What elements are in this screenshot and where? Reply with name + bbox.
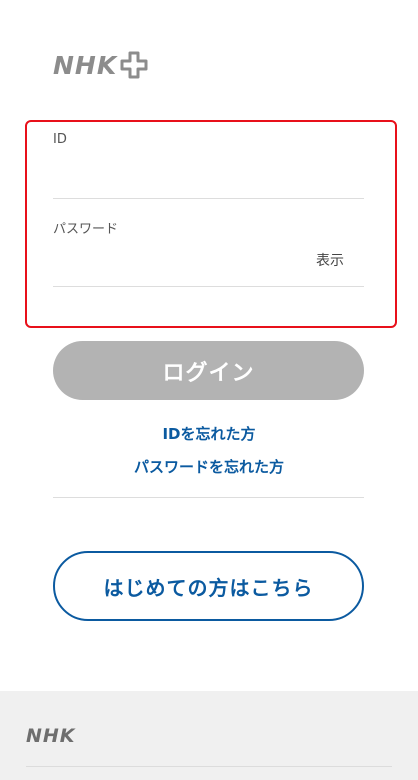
login-button[interactable]: ログイン <box>53 341 364 400</box>
id-label: ID <box>53 132 67 147</box>
section-divider <box>53 497 364 498</box>
footer-divider <box>26 766 392 767</box>
forgot-id-link[interactable]: IDを忘れた方 <box>0 423 418 444</box>
plus-logo-icon <box>120 51 148 79</box>
footer-nhk-logo[interactable]: NHK <box>26 725 76 747</box>
id-input[interactable] <box>53 162 303 190</box>
show-password-toggle[interactable]: 表示 <box>316 250 344 270</box>
password-input[interactable] <box>53 247 303 275</box>
password-label: パスワード <box>53 222 119 237</box>
password-underline <box>53 286 364 287</box>
logo-text: NHK <box>53 50 118 80</box>
first-time-button[interactable]: はじめての方はこちら <box>53 551 364 621</box>
id-underline <box>53 198 364 199</box>
nhk-plus-logo: NHK <box>53 50 149 80</box>
forgot-password-link[interactable]: パスワードを忘れた方 <box>0 456 418 477</box>
footer: NHK <box>0 691 418 780</box>
